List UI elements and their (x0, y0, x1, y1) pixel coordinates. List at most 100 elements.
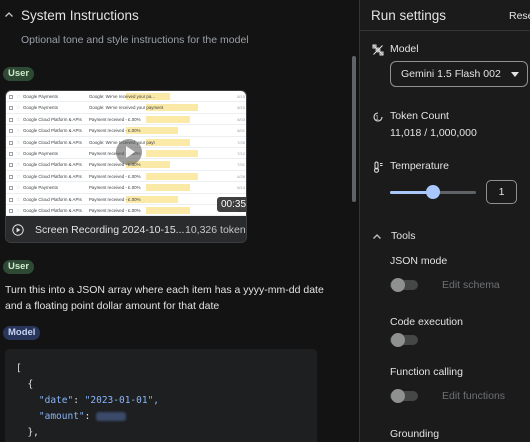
code-line: "amount": (16, 411, 127, 422)
star-icon: ☆ (16, 105, 21, 112)
email-sender: Google Cloud Platform & APIs (23, 162, 82, 168)
code-line: { (16, 379, 34, 390)
temperature-slider-handle[interactable] (426, 185, 440, 199)
chat-pane: System Instructions Optional tone and st… (0, 0, 358, 442)
checkbox-icon (9, 106, 13, 111)
email-date: 8/01 (237, 128, 245, 134)
email-subject: Payment received - £.00% (89, 185, 141, 191)
email-date: 7/12 (237, 151, 245, 156)
checkbox-icon (9, 209, 13, 213)
chevron-up-icon[interactable] (4, 10, 14, 20)
email-row: ☆ Google Cloud Platform & APIs Payment rec… (6, 194, 246, 205)
star-icon: ☆ (16, 185, 21, 192)
email-date: 8/15 (237, 94, 245, 99)
model-select-value: Gemini 1.5 Flash 002 (401, 68, 501, 80)
email-sender: Google Cloud Platform & APIs (23, 196, 82, 202)
video-duration: 00:35 (217, 197, 246, 212)
json-mode-toggle[interactable] (390, 278, 418, 292)
email-subject: Payment received - £.00% (89, 128, 141, 134)
attachment-footer: Screen Recording 2024-10-15... 10,326 to… (6, 216, 247, 242)
email-subject: Payment received - £.00% (89, 173, 141, 179)
reset-button[interactable]: Rese (509, 10, 530, 22)
chevron-up-icon[interactable] (372, 232, 382, 242)
caret-down-icon (511, 72, 519, 77)
email-sender: Google Cloud Platform & APIs (23, 139, 82, 145)
json-key: "date" (38, 395, 74, 406)
toggle-knob (391, 333, 405, 347)
highlight (146, 115, 190, 123)
temperature-label: Temperature (390, 160, 449, 172)
attachment-name: Screen Recording 2024-10-15... (35, 224, 185, 236)
token-counter-icon: 1 (373, 112, 383, 122)
highlight (146, 172, 198, 180)
model-select[interactable]: Gemini 1.5 Flash 002 (390, 61, 528, 87)
email-sender: Google Payments (23, 94, 58, 99)
code-punct: : (73, 395, 85, 406)
email-date: 6/28 (237, 173, 245, 179)
checkbox-icon (9, 95, 13, 99)
star-icon: ☆ (16, 94, 21, 100)
model-label: Model (390, 43, 419, 55)
token-count-value: 11,018 / 1,000,000 (390, 127, 477, 139)
video-attachment[interactable]: ☆ Google Payments Google: We've received y… (5, 90, 247, 243)
code-punct: : (84, 411, 97, 422)
code-line: }, (16, 427, 39, 438)
system-instructions-placeholder[interactable]: Optional tone and style instructions for… (21, 34, 249, 46)
toggle-knob (391, 278, 405, 292)
email-date: 8/03 (237, 116, 245, 122)
system-instructions-title: System Instructions (21, 8, 139, 23)
json-key: "amount" (38, 411, 85, 422)
checkbox-icon (9, 186, 13, 191)
star-icon: ☆ (16, 151, 21, 157)
star-icon: ☆ (16, 173, 21, 180)
email-sender: Google Payments (23, 185, 58, 191)
user-role-badge: User (3, 260, 35, 274)
email-date: 7/01 (237, 162, 245, 168)
email-row: ☆ Google Payments Google: We've received y… (6, 91, 246, 103)
scrollbar[interactable] (352, 56, 356, 202)
edit-functions-link[interactable]: Edit functions (442, 390, 505, 402)
temperature-input[interactable]: 1 (486, 180, 517, 204)
code-line: [ (16, 363, 22, 374)
user-role-badge: User (3, 67, 35, 81)
function-calling-toggle[interactable] (390, 389, 418, 403)
token-count-label: Token Count (390, 110, 449, 122)
email-date: 6/14 (237, 185, 245, 191)
email-sender: Google Payments (23, 105, 58, 111)
checkbox-icon (9, 174, 13, 179)
attachment-token-count: 10,326 tokens (185, 224, 247, 236)
checkbox-icon (9, 163, 13, 168)
user-prompt-text: Turn this into a JSON array where each i… (5, 284, 324, 312)
email-sender: Google Payments (23, 151, 58, 156)
redacted-value (96, 412, 127, 421)
code-execution-toggle[interactable] (390, 333, 418, 347)
run-settings-panel: Run settings Rese Model Gemini 1.5 Flash… (360, 0, 530, 442)
star-icon: ☆ (16, 116, 21, 123)
checkbox-icon (9, 197, 13, 202)
highlight (146, 184, 190, 192)
play-icon[interactable] (116, 139, 142, 165)
star-icon: ☆ (16, 128, 21, 135)
star-icon: ☆ (16, 196, 21, 203)
toggle-knob (391, 389, 405, 403)
email-row: ☆ Google Payments Google: We've received y… (6, 102, 246, 114)
play-circle-icon (12, 224, 24, 236)
email-subject: Google: We've received your payment (89, 105, 164, 111)
checkbox-icon (9, 117, 13, 122)
email-subject: Google: We've received your pa... (89, 94, 155, 99)
model-icon (372, 44, 384, 56)
run-settings-title: Run settings (371, 8, 447, 23)
email-sender: Google Cloud Platform & APIs (23, 208, 82, 213)
system-instructions-panel[interactable]: System Instructions Optional tone and st… (0, 0, 358, 62)
email-row: ☆ Google Cloud Platform & APIs Payment rec… (6, 171, 246, 183)
star-icon: ☆ (16, 208, 21, 214)
function-calling-label: Function calling (390, 366, 463, 378)
code-line: "date": "2023-01-01", (16, 395, 159, 406)
highlight (146, 150, 198, 157)
edit-schema-link[interactable]: Edit schema (442, 279, 500, 291)
email-row: ☆ Google Cloud Platform & APIs Payment rec… (6, 125, 246, 137)
checkbox-icon (9, 140, 13, 145)
email-sender: Google Cloud Platform & APIs (23, 173, 82, 179)
thermometer-icon (374, 161, 383, 173)
code-execution-label: Code execution (390, 316, 463, 328)
